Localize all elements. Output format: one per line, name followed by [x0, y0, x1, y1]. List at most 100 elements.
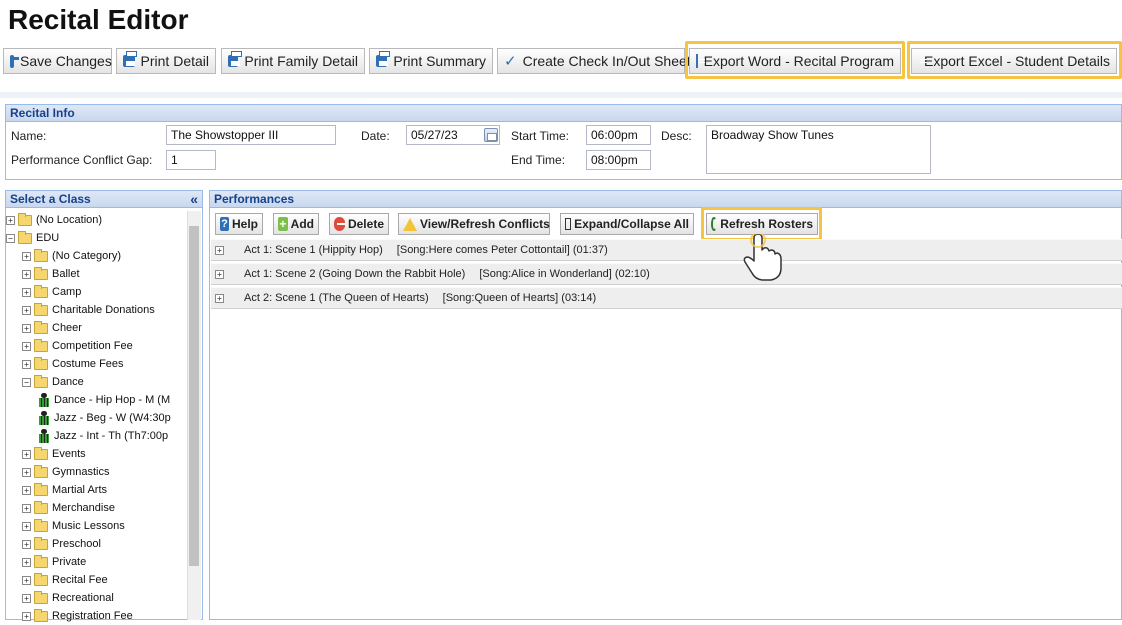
hand-pointer-icon — [740, 234, 786, 282]
start-time-input[interactable]: 06:00pm — [586, 125, 651, 145]
main-toolbar: Save Changes Print Detail Print Family D… — [0, 44, 1122, 80]
help-button[interactable]: ? Help — [215, 213, 263, 235]
tree-folder-item[interactable]: − EDU — [6, 229, 59, 247]
expand-toggle-icon[interactable]: + — [22, 306, 31, 315]
add-button[interactable]: + Add — [273, 213, 319, 235]
folder-icon — [34, 341, 48, 352]
expand-toggle-icon[interactable]: + — [22, 522, 31, 531]
expand-toggle-icon[interactable]: + — [22, 540, 31, 549]
expand-toggle-icon[interactable]: + — [22, 252, 31, 261]
refresh-rosters-button[interactable]: Refresh Rosters — [706, 213, 818, 235]
tree-folder-item[interactable]: +Charitable Donations — [6, 301, 155, 319]
tree-item-label: Competition Fee — [52, 340, 133, 352]
tree-structure-icon — [565, 218, 571, 230]
expand-toggle-icon[interactable]: + — [22, 270, 31, 279]
tree-folder-item[interactable]: +Cheer — [6, 319, 82, 337]
folder-icon — [34, 467, 48, 478]
expand-collapse-all-button[interactable]: Expand/Collapse All — [560, 213, 694, 235]
tree-folder-item[interactable]: −Dance — [6, 373, 84, 391]
conflict-gap-input[interactable]: 1 — [166, 150, 216, 170]
delete-button[interactable]: Delete — [329, 213, 389, 235]
tree-folder-item[interactable]: + Gymnastics — [6, 463, 109, 481]
expand-toggle-icon[interactable]: + — [22, 486, 31, 495]
export-excel-button[interactable]: Export Excel - Student Details — [911, 48, 1117, 74]
tree-folder-item[interactable]: +Martial Arts — [6, 481, 107, 499]
collapse-toggle-icon[interactable]: − — [6, 234, 15, 243]
tree-folder-item[interactable]: +Costume Fees — [6, 355, 124, 373]
tree-folder-item[interactable]: +(No Location) — [6, 211, 102, 229]
performance-song: [Song:Queen of Hearts] (03:14) — [443, 292, 596, 304]
folder-icon — [34, 485, 48, 496]
folder-icon — [34, 323, 48, 334]
expand-toggle-icon[interactable]: + — [22, 468, 31, 477]
expand-toggle-icon[interactable]: + — [22, 360, 31, 369]
tree-item-label: EDU — [36, 232, 59, 244]
print-family-detail-label: Print Family Detail — [244, 53, 358, 69]
view-refresh-conflicts-button[interactable]: View/Refresh Conflicts — [398, 213, 550, 235]
add-label: Add — [291, 217, 314, 231]
save-changes-button[interactable]: Save Changes — [3, 48, 112, 74]
class-person-icon — [38, 429, 50, 443]
expand-toggle-icon[interactable]: + — [6, 216, 15, 225]
tree-scrollbar-thumb[interactable] — [189, 226, 199, 566]
tree-folder-item[interactable]: +(No Category) — [6, 247, 121, 265]
tree-folder-item[interactable]: +Preschool — [6, 535, 101, 553]
tree-item-label: Gymnastics — [52, 466, 109, 478]
expand-toggle-icon[interactable]: + — [22, 288, 31, 297]
tree-item-label: Recreational — [52, 592, 114, 604]
expand-toggle-icon[interactable]: + — [215, 294, 224, 303]
collapse-toggle-icon[interactable]: − — [22, 378, 31, 387]
tree-folder-item[interactable]: +Events — [6, 445, 86, 463]
date-label: Date: — [361, 129, 390, 143]
document-icon — [696, 54, 698, 68]
performance-row[interactable]: +Act 1: Scene 2 (Going Down the Rabbit H… — [211, 263, 1122, 285]
save-icon — [10, 55, 14, 68]
tree-folder-item[interactable]: +Camp — [6, 283, 81, 301]
folder-open-icon — [18, 233, 32, 244]
end-time-input[interactable]: 08:00pm — [586, 150, 651, 170]
tree-folder-item[interactable]: +Music Lessons — [6, 517, 125, 535]
expand-toggle-icon[interactable]: + — [22, 594, 31, 603]
tree-folder-item[interactable]: +Merchandise — [6, 499, 115, 517]
tree-class-item[interactable]: Jazz - Beg - W (W4:30p — [6, 409, 171, 427]
expand-toggle-icon[interactable]: + — [22, 558, 31, 567]
performance-row[interactable]: +Act 1: Scene 1 (Hippity Hop)[Song:Here … — [211, 239, 1122, 261]
calendar-icon[interactable] — [484, 128, 498, 142]
folder-icon — [34, 251, 48, 262]
expand-toggle-icon[interactable]: + — [22, 504, 31, 513]
expand-toggle-icon[interactable]: + — [215, 270, 224, 279]
expand-toggle-icon[interactable]: + — [22, 612, 31, 621]
expand-toggle-icon[interactable]: + — [22, 576, 31, 585]
expand-toggle-icon[interactable]: + — [215, 246, 224, 255]
print-family-detail-button[interactable]: Print Family Detail — [221, 48, 365, 74]
desc-textarea[interactable]: Broadway Show Tunes — [706, 125, 931, 174]
expand-collapse-all-label: Expand/Collapse All — [574, 217, 689, 231]
expand-toggle-icon[interactable]: + — [22, 450, 31, 459]
tree-class-item[interactable]: Dance - Hip Hop - M (M — [6, 391, 170, 409]
performance-row[interactable]: +Act 2: Scene 1 (The Queen of Hearts)[So… — [211, 287, 1122, 309]
name-input[interactable]: The Showstopper III — [166, 125, 336, 145]
folder-icon — [18, 215, 32, 226]
tree-folder-item[interactable]: + Competition Fee — [6, 337, 133, 355]
print-summary-button[interactable]: Print Summary — [369, 48, 493, 74]
tree-class-item[interactable]: Jazz - Int - Th (Th7:00p — [6, 427, 168, 445]
expand-toggle-icon[interactable]: + — [22, 324, 31, 333]
tree-folder-item[interactable]: + Recreational — [6, 589, 114, 607]
expand-toggle-icon[interactable]: + — [22, 342, 31, 351]
tree-item-label: Registration Fee — [52, 610, 133, 622]
export-word-button[interactable]: Export Word - Recital Program — [689, 48, 901, 74]
tree-folder-item[interactable]: +Private — [6, 553, 86, 571]
performances-title: Performances — [214, 192, 294, 206]
tree-folder-item[interactable]: +Ballet — [6, 265, 80, 283]
tree-folder-item[interactable]: +Recital Fee — [6, 571, 108, 589]
create-check-in-out-sheet-button[interactable]: ✓ Create Check In/Out Sheet — [497, 48, 685, 74]
folder-open-icon — [34, 377, 48, 388]
warning-icon — [403, 218, 417, 231]
refresh-icon — [711, 217, 717, 231]
tree-folder-item[interactable]: + Registration Fee — [6, 607, 133, 625]
print-detail-button[interactable]: Print Detail — [116, 48, 216, 74]
recital-info-header: Recital Info — [5, 104, 1122, 122]
name-label: Name: — [11, 129, 46, 143]
collapse-panel-icon[interactable]: « — [190, 191, 198, 207]
folder-icon — [34, 593, 48, 604]
